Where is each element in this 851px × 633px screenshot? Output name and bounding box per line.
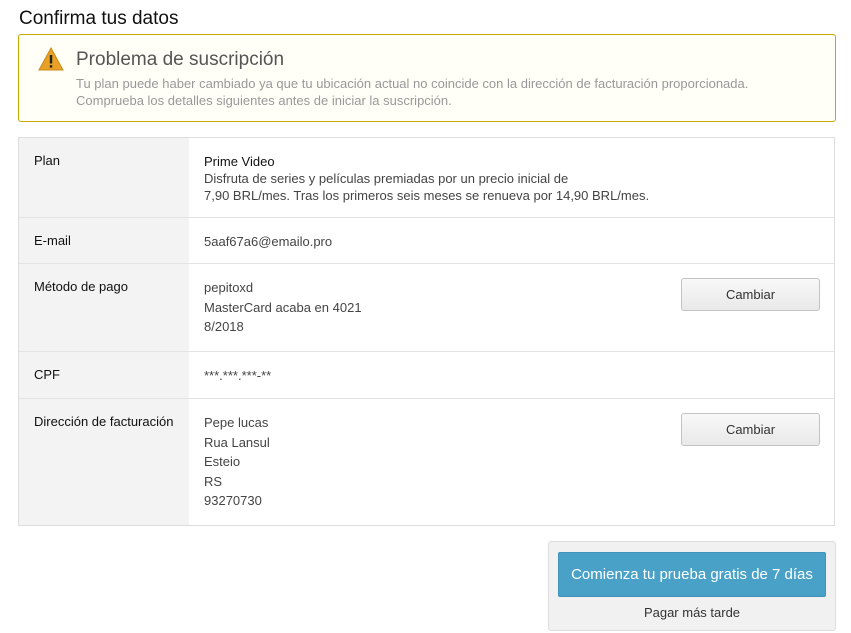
pay-later-link[interactable]: Pagar más tarde xyxy=(549,604,835,621)
payment-row: Método de pago pepitoxd MasterCard acaba… xyxy=(19,264,834,352)
change-billing-button[interactable]: Cambiar xyxy=(681,413,820,446)
email-label: E-mail xyxy=(19,218,189,263)
payment-value: pepitoxd MasterCard acaba en 4021 8/2018… xyxy=(189,264,834,351)
cpf-row: CPF ***.***.***-** xyxy=(19,352,834,399)
email-row: E-mail 5aaf67a6@emailo.pro xyxy=(19,218,834,264)
subscription-alert: Problema de suscripción Tu plan puede ha… xyxy=(18,34,836,122)
billing-value: Pepe lucas Rua Lansul Esteio RS 93270730… xyxy=(189,399,834,525)
cpf-label: CPF xyxy=(19,352,189,398)
plan-description: Disfruta de series y películas premiadas… xyxy=(204,171,569,186)
details-table: Plan Prime Video Disfruta de series y pe… xyxy=(18,137,835,526)
billing-row: Dirección de facturación Pepe lucas Rua … xyxy=(19,399,834,525)
billing-state: RS xyxy=(204,473,223,489)
alert-title: Problema de suscripción xyxy=(76,49,285,70)
payment-label: Método de pago xyxy=(19,264,189,351)
cta-panel: Comienza tu prueba gratis de 7 días Paga… xyxy=(548,541,836,631)
plan-value: Prime Video Disfruta de series y películ… xyxy=(189,138,834,217)
warning-icon xyxy=(38,47,64,71)
plan-row: Plan Prime Video Disfruta de series y pe… xyxy=(19,138,834,218)
alert-message-line: Comprueba los detalles siguientes antes … xyxy=(76,93,452,108)
cpf-value: ***.***.***-** xyxy=(204,368,272,383)
alert-message: Tu plan puede haber cambiado ya que tu u… xyxy=(76,75,816,109)
plan-label: Plan xyxy=(19,138,189,217)
plan-name: Prime Video xyxy=(204,154,275,169)
start-trial-button[interactable]: Comienza tu prueba gratis de 7 días xyxy=(558,552,826,597)
card-expiry: 8/2018 xyxy=(204,319,244,334)
billing-label: Dirección de facturación xyxy=(19,399,189,525)
email-value: 5aaf67a6@emailo.pro xyxy=(204,234,333,249)
billing-zip: 93270730 xyxy=(204,493,262,508)
page-title: Confirma tus datos xyxy=(19,8,179,29)
billing-city: Esteio xyxy=(204,454,241,469)
change-payment-button[interactable]: Cambiar xyxy=(681,278,820,311)
plan-description: 7,90 BRL/mes. Tras los primeros seis mes… xyxy=(204,188,650,203)
alert-message-line: Tu plan puede haber cambiado ya que tu u… xyxy=(76,76,749,91)
